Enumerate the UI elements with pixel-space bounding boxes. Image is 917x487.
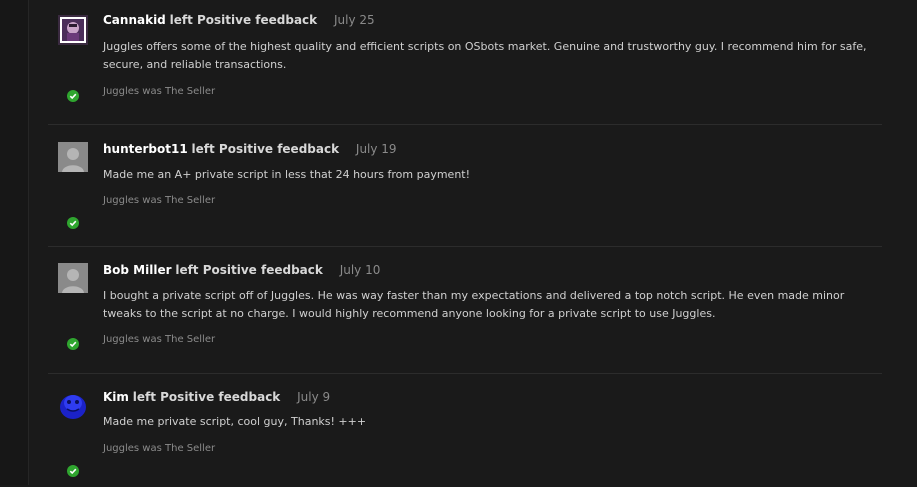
feedback-message: I bought a private script off of Juggles…	[103, 289, 845, 320]
username-link[interactable]: Cannakid	[103, 13, 166, 27]
feedback-header: Cannakid left Positive feedback July 25	[103, 13, 375, 27]
feedback-entry: Cannakid left Positive feedback July 25 …	[48, 0, 882, 125]
feedback-action: left Positive feedback	[169, 13, 318, 27]
feedback-date: July 10	[339, 263, 381, 277]
avatar[interactable]	[58, 390, 88, 420]
feedback-entry: hunterbot11 left Positive feedback July …	[48, 125, 882, 247]
feedback-role: Juggles was The Seller	[103, 195, 216, 206]
username-link[interactable]: Kim	[103, 390, 129, 404]
feedback-list: Cannakid left Positive feedback July 25 …	[48, 0, 882, 487]
feedback-action: left Positive feedback	[191, 142, 340, 156]
feedback-page: Cannakid left Positive feedback July 25 …	[0, 0, 917, 485]
feedback-entry: Kim left Positive feedback July 9 Made m…	[48, 374, 882, 487]
custom-avatar-icon	[58, 390, 88, 420]
feedback-header: Kim left Positive feedback July 9	[103, 390, 330, 404]
feedback-message: Made me private script, cool guy, Thanks…	[103, 415, 367, 428]
check-circle-icon	[67, 465, 79, 477]
feedback-entry: Bob Miller left Positive feedback July 1…	[48, 247, 882, 374]
default-avatar-icon	[58, 263, 88, 293]
feedback-date: July 19	[355, 142, 397, 156]
feedback-role: Juggles was The Seller	[103, 443, 216, 454]
feedback-header: hunterbot11 left Positive feedback July …	[103, 142, 397, 156]
feedback-role: Juggles was The Seller	[103, 86, 216, 97]
feedback-header: Bob Miller left Positive feedback July 1…	[103, 263, 380, 277]
avatar[interactable]	[58, 263, 88, 293]
custom-avatar-icon	[58, 15, 88, 45]
default-avatar-icon	[58, 142, 88, 172]
feedback-message: Juggles offers some of the highest quali…	[103, 40, 867, 71]
feedback-role: Juggles was The Seller	[103, 334, 216, 345]
feedback-date: July 9	[297, 390, 331, 404]
feedback-action: left Positive feedback	[175, 263, 323, 277]
left-gutter	[0, 0, 29, 485]
avatar[interactable]	[58, 15, 88, 45]
check-circle-icon	[67, 217, 79, 229]
username-link[interactable]: Bob Miller	[103, 263, 172, 277]
avatar[interactable]	[58, 142, 88, 172]
check-circle-icon	[67, 338, 79, 350]
check-circle-icon	[67, 90, 79, 102]
feedback-date: July 25	[333, 13, 375, 27]
feedback-action: left Positive feedback	[132, 390, 281, 404]
username-link[interactable]: hunterbot11	[103, 142, 188, 156]
feedback-message: Made me an A+ private script in less tha…	[103, 168, 471, 181]
